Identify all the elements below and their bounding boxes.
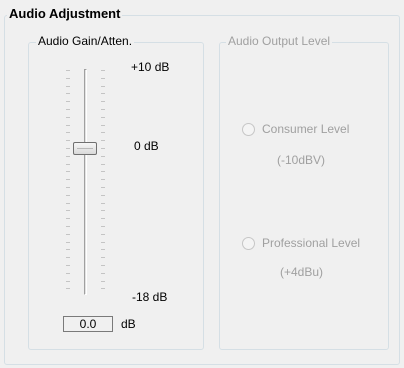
slider-tick <box>101 241 105 243</box>
slider-tick <box>66 280 70 282</box>
slider-tick <box>101 101 105 103</box>
slider-tick <box>101 132 105 134</box>
slider-tick <box>66 132 70 134</box>
slider-tick <box>101 124 105 126</box>
consumer-level-sublabel: (-10dBV) <box>277 153 326 167</box>
audio-output-level-group <box>219 42 389 350</box>
slider-tick <box>101 171 105 173</box>
slider-tick <box>66 288 70 290</box>
slider-tick <box>66 101 70 103</box>
slider-tick <box>101 93 105 95</box>
slider-tick <box>66 85 70 87</box>
slider-tick <box>101 109 105 110</box>
slider-tick <box>66 210 70 212</box>
slider-tick <box>101 194 105 196</box>
slider-tick <box>66 233 70 235</box>
slider-tick <box>101 140 105 142</box>
scale-mid-label: 0 dB <box>134 139 159 153</box>
professional-level-label: Professional Level <box>262 236 361 250</box>
slider-tick <box>66 265 70 266</box>
audio-gain-group <box>28 42 204 350</box>
slider-tick <box>66 93 70 95</box>
slider-tick <box>66 249 70 251</box>
gain-unit-label: dB <box>121 317 136 331</box>
slider-tick <box>66 241 70 243</box>
slider-tick <box>101 218 105 220</box>
slider-tick <box>101 280 105 282</box>
slider-tick <box>66 194 70 196</box>
slider-tick <box>66 155 70 157</box>
slider-tick <box>101 70 105 71</box>
audio-gain-title: Audio Gain/Atten. <box>36 34 135 48</box>
slider-tick <box>66 109 70 110</box>
slider-tick <box>66 116 70 118</box>
slider-tick <box>101 155 105 157</box>
slider-tick <box>101 249 105 251</box>
slider-tick <box>101 148 105 149</box>
slider-tick <box>101 233 105 235</box>
slider-tick <box>101 179 105 181</box>
slider-tick <box>101 210 105 212</box>
slider-tick <box>101 272 105 274</box>
gain-slider-thumb[interactable] <box>73 142 97 155</box>
gain-value-field[interactable]: 0.0 <box>63 316 113 332</box>
professional-level-sublabel: (+4dBu) <box>280 265 324 279</box>
slider-tick <box>101 116 105 118</box>
slider-tick <box>101 257 105 259</box>
scale-min-label: -18 dB <box>132 290 168 304</box>
slider-tick <box>101 226 105 227</box>
slider-tick <box>101 85 105 87</box>
slider-tick <box>101 265 105 266</box>
slider-tick <box>66 171 70 173</box>
consumer-level-radio[interactable] <box>242 123 255 136</box>
slider-tick <box>66 272 70 274</box>
slider-tick <box>66 148 70 149</box>
slider-tick <box>66 179 70 181</box>
professional-level-radio[interactable] <box>242 237 255 250</box>
slider-tick <box>101 163 105 165</box>
gain-slider-track[interactable] <box>84 69 87 295</box>
slider-tick <box>101 187 105 188</box>
audio-output-level-title: Audio Output Level <box>226 34 333 48</box>
slider-tick <box>101 202 105 204</box>
slider-tick <box>66 257 70 259</box>
slider-tick <box>101 288 105 290</box>
slider-tick <box>66 187 70 188</box>
slider-tick <box>66 77 70 79</box>
slider-tick <box>66 140 70 142</box>
audio-adjustment-title: Audio Adjustment <box>7 6 123 21</box>
slider-tick <box>66 163 70 165</box>
scale-max-label: +10 dB <box>131 60 170 74</box>
slider-tick <box>66 218 70 220</box>
slider-tick <box>66 226 70 227</box>
slider-tick <box>101 77 105 79</box>
slider-tick <box>66 70 70 71</box>
consumer-level-label: Consumer Level <box>262 122 350 136</box>
slider-tick <box>66 124 70 126</box>
slider-tick <box>66 202 70 204</box>
audio-adjustment-panel: Audio Adjustment Audio Gain/Atten. +10 d… <box>0 0 404 368</box>
